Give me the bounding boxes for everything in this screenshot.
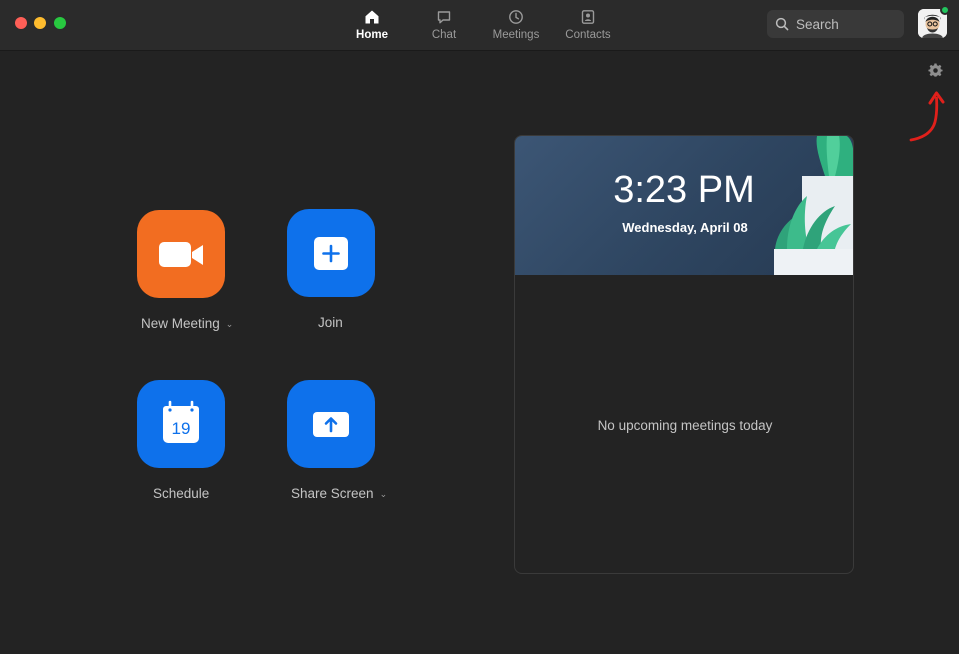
tab-chat-label: Chat: [431, 29, 457, 41]
clock-banner: 3:23 PM Wednesday, April 08: [515, 136, 853, 275]
upcoming-meetings-panel: 3:23 PM Wednesday, April 08 No upcoming …: [514, 135, 854, 574]
share-screen-button[interactable]: [287, 380, 375, 468]
new-meeting-label[interactable]: New Meeting ⌄: [141, 316, 233, 331]
chevron-down-icon[interactable]: ⌄: [380, 489, 388, 499]
contacts-icon: [581, 10, 595, 24]
home-icon: [365, 10, 379, 24]
new-meeting-button[interactable]: [137, 210, 225, 298]
tab-meetings-label: Meetings: [492, 29, 540, 41]
join-label[interactable]: Join: [318, 315, 343, 330]
title-bar: Home Chat Meetings Contacts Search: [0, 0, 959, 51]
tab-chat[interactable]: Chat: [407, 6, 481, 46]
calendar-icon: 19: [163, 400, 199, 443]
share-up-arrow-icon: [313, 412, 349, 437]
calendar-day: 19: [172, 419, 191, 438]
tab-home-label: Home: [356, 29, 388, 41]
window-minimize-button[interactable]: [34, 17, 46, 29]
search-placeholder: Search: [796, 17, 839, 32]
no-meetings-message: No upcoming meetings today: [597, 418, 773, 433]
chat-bubble-icon: [437, 11, 451, 24]
search-input[interactable]: Search: [767, 10, 904, 38]
gear-icon[interactable]: [928, 63, 943, 78]
schedule-label[interactable]: Schedule: [153, 486, 209, 501]
chevron-down-icon[interactable]: ⌄: [226, 319, 234, 329]
clock-icon: [509, 10, 523, 24]
share-screen-label[interactable]: Share Screen ⌄: [291, 486, 387, 501]
tab-contacts-label: Contacts: [565, 29, 611, 41]
tab-meetings[interactable]: Meetings: [479, 6, 553, 46]
window-maximize-button[interactable]: [54, 17, 66, 29]
status-indicator: [940, 5, 950, 15]
video-camera-icon: [159, 242, 203, 267]
schedule-button[interactable]: 19: [137, 380, 225, 468]
join-button[interactable]: [287, 209, 375, 297]
tab-contacts[interactable]: Contacts: [551, 6, 625, 46]
tab-home[interactable]: Home: [335, 6, 409, 46]
window-close-button[interactable]: [15, 17, 27, 29]
search-icon: [775, 17, 789, 31]
plus-icon: [314, 237, 348, 270]
annotation-arrow-icon: [909, 91, 945, 142]
current-time: 3:23 PM: [613, 169, 755, 211]
current-date: Wednesday, April 08: [622, 220, 748, 235]
